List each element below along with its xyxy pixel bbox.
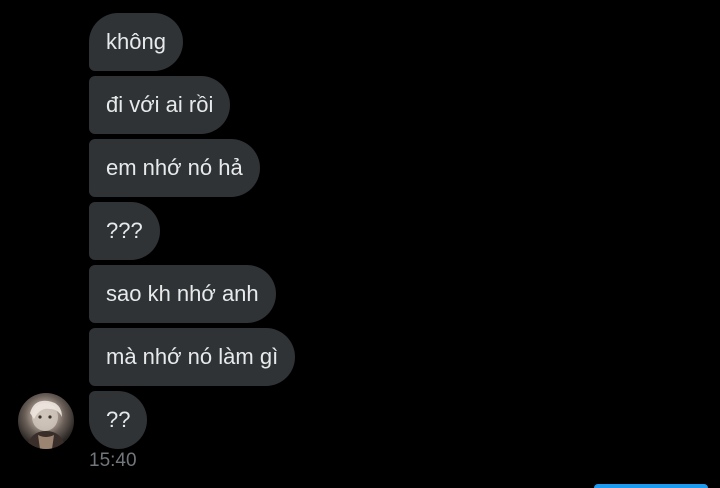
message-text: sao kh nhớ anh [106,281,259,306]
message-bubble[interactable]: mà nhớ nó làm gì [89,328,296,386]
message-bubble[interactable]: ?? [89,391,148,449]
message-text: ??? [106,218,143,243]
message-bubble[interactable]: ??? [89,202,160,260]
message-bubble[interactable]: đi với ai rồi [89,76,231,134]
message-timestamp: 15:40 [89,450,137,471]
message-bubble[interactable]: em nhớ nó hả [89,139,260,197]
message-text: đi với ai rồi [106,92,214,117]
message-text: mà nhớ nó làm gì [106,344,279,369]
conversation-thread: không đi với ai rồi em nhớ nó hả ??? sao… [0,0,720,488]
message-bubble[interactable]: không [89,13,183,71]
partial-blue-button[interactable] [594,484,708,488]
message-text: không [106,29,166,54]
message-text: em nhớ nó hả [106,155,243,180]
message-bubble[interactable]: sao kh nhớ anh [89,265,276,323]
sender-avatar[interactable] [18,393,74,449]
message-text: ?? [106,407,131,432]
avatar-image [26,400,66,449]
